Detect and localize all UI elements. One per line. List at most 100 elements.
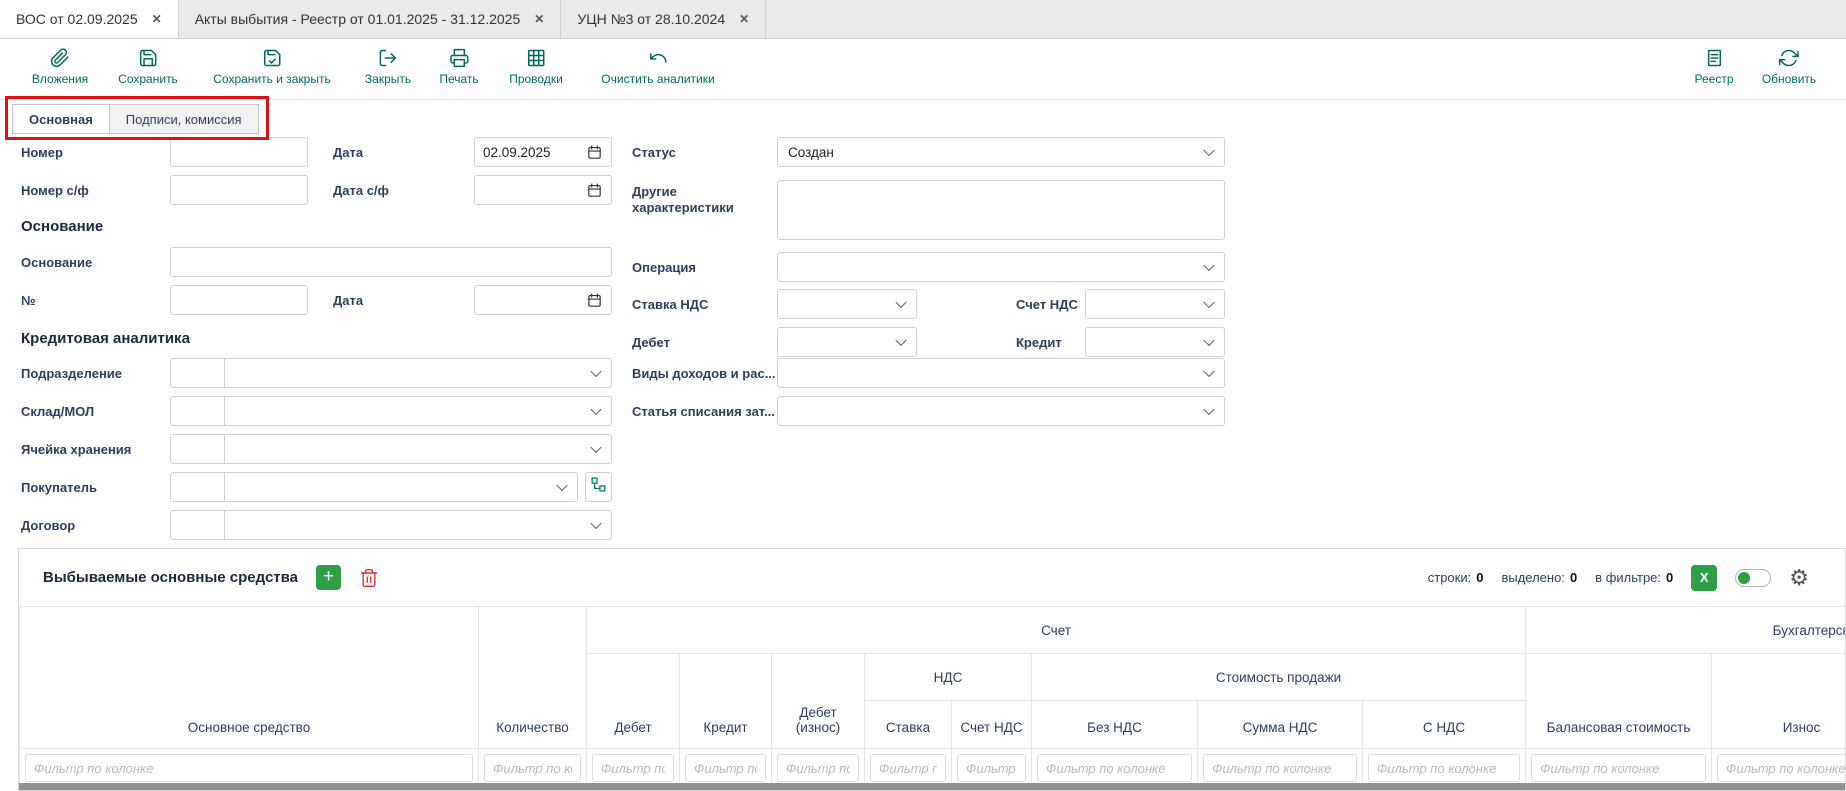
buyer-combo[interactable]	[170, 472, 578, 502]
vat-rate-filter-input[interactable]	[870, 754, 946, 782]
wear-filter-input[interactable]	[1717, 754, 1846, 782]
vat-rate-select[interactable]	[777, 289, 917, 319]
date-input[interactable]: 02.09.2025	[474, 137, 612, 167]
save-and-close-button[interactable]: Сохранить и закрыть	[213, 48, 330, 86]
column-header-wear[interactable]: Износ	[1712, 654, 1846, 749]
writeoff-article-label: Статья списания зат...	[632, 404, 782, 420]
window-tab-registry[interactable]: Акты выбытия - Реестр от 01.01.2025 - 31…	[179, 0, 562, 38]
column-header-vat-account[interactable]: Счет НДС	[952, 701, 1032, 749]
credit-filter-input[interactable]	[685, 754, 766, 782]
delete-row-button[interactable]	[359, 568, 379, 588]
chevron-down-icon	[1203, 366, 1214, 377]
basis-no-input[interactable]	[170, 285, 308, 315]
without-vat-filter-input[interactable]	[1037, 754, 1192, 782]
contract-combo[interactable]	[170, 510, 612, 540]
status-select[interactable]: Создан	[777, 137, 1225, 167]
debit-wear-filter-input[interactable]	[777, 754, 859, 782]
invoice-date-label: Дата с/ф	[333, 183, 389, 199]
save-label: Сохранить	[118, 72, 178, 86]
export-excel-button[interactable]: X	[1691, 565, 1717, 591]
column-header-asset[interactable]: Основное средство	[20, 607, 479, 749]
column-header-credit[interactable]: Кредит	[680, 654, 772, 749]
filter-cell	[1198, 749, 1363, 788]
income-expense-types-select[interactable]	[777, 358, 1225, 388]
income-expense-types-label: Виды доходов и рас...	[632, 366, 782, 382]
debit-select[interactable]	[777, 327, 917, 357]
horizontal-scrollbar[interactable]	[19, 783, 1845, 790]
calendar-icon[interactable]	[586, 182, 603, 199]
clear-analytics-button[interactable]: Очистить аналитики	[601, 48, 714, 86]
filter-cell	[587, 749, 680, 788]
basis-input[interactable]	[170, 247, 612, 277]
other-characteristics-textarea[interactable]	[777, 180, 1225, 240]
division-code-input[interactable]	[171, 359, 225, 387]
storage-cell-combo[interactable]	[170, 434, 612, 464]
invoice-number-input[interactable]	[170, 175, 308, 205]
close-tab-icon[interactable]: ✕	[152, 12, 162, 26]
operation-select[interactable]	[777, 252, 1225, 282]
hierarchy-tree-icon	[590, 476, 607, 498]
storage-cell-code-input[interactable]	[171, 435, 225, 463]
division-combo[interactable]	[170, 358, 612, 388]
tab-signatures-label: Подписи, комиссия	[126, 112, 242, 127]
vat-account-filter-input[interactable]	[957, 754, 1026, 782]
save-button[interactable]: Сохранить	[118, 48, 178, 86]
close-tab-icon[interactable]: ✕	[739, 12, 749, 26]
selected-counter: выделено:0	[1501, 570, 1577, 585]
refresh-button[interactable]: Обновить	[1762, 48, 1816, 86]
invoice-date-input[interactable]	[474, 175, 612, 205]
close-tab-icon[interactable]: ✕	[534, 12, 544, 26]
add-row-button[interactable]: +	[316, 565, 341, 590]
chevron-down-icon	[1203, 404, 1214, 415]
calendar-icon[interactable]	[586, 144, 603, 161]
rows-counter-label: строки:	[1428, 570, 1471, 585]
filter-cell	[952, 749, 1032, 788]
filtered-counter-value: 0	[1666, 570, 1673, 585]
grid-table-icon	[526, 48, 546, 68]
close-button[interactable]: Закрыть	[365, 48, 411, 86]
basis-date-label: Дата	[333, 293, 363, 309]
basis-date-input[interactable]	[474, 285, 612, 315]
column-header-debit[interactable]: Дебет	[587, 654, 680, 749]
column-header-quantity[interactable]: Количество	[479, 607, 587, 749]
tab-main[interactable]: Основная	[12, 104, 110, 134]
retiring-assets-grid: Выбываемые основные средства + строки:0 …	[18, 548, 1846, 791]
asset-filter-input[interactable]	[25, 754, 473, 782]
filter-cell	[772, 749, 865, 788]
chevron-down-icon	[895, 297, 906, 308]
column-header-vat-rate[interactable]: Ставка	[865, 701, 952, 749]
warehouse-code-input[interactable]	[171, 397, 225, 425]
attachments-button[interactable]: Вложения	[32, 48, 88, 86]
postings-button[interactable]: Проводки	[509, 48, 563, 86]
writeoff-article-select[interactable]	[777, 396, 1225, 426]
vat-amount-filter-input[interactable]	[1203, 754, 1357, 782]
number-label: Номер	[21, 145, 63, 161]
column-header-debit-wear[interactable]: Дебет (износ)	[772, 654, 865, 749]
assets-table: Основное средство Количество Счет Бухгал…	[19, 606, 1846, 788]
buyer-code-input[interactable]	[171, 473, 225, 501]
warehouse-combo[interactable]	[170, 396, 612, 426]
filter-toggle[interactable]	[1735, 569, 1771, 587]
grid-settings-gear-icon[interactable]: ⚙	[1789, 567, 1809, 589]
registry-button[interactable]: Реестр	[1695, 48, 1734, 86]
with-vat-filter-input[interactable]	[1368, 754, 1520, 782]
debit-filter-input[interactable]	[592, 754, 674, 782]
column-header-without-vat[interactable]: Без НДС	[1032, 701, 1198, 749]
filter-cell	[1363, 749, 1526, 788]
column-header-balance-value[interactable]: Балансовая стоимость	[1526, 654, 1712, 749]
column-header-with-vat[interactable]: С НДС	[1363, 701, 1526, 749]
quantity-filter-input[interactable]	[484, 754, 581, 782]
window-tab-document[interactable]: ВОС от 02.09.2025 ✕	[0, 0, 179, 38]
chevron-down-icon	[1203, 297, 1214, 308]
print-button[interactable]: Печать	[439, 48, 478, 86]
buyer-tree-select-button[interactable]	[585, 472, 612, 502]
credit-select[interactable]	[1085, 327, 1225, 357]
tab-signatures-commission[interactable]: Подписи, комиссия	[110, 104, 259, 134]
window-tab-ucn[interactable]: УЦН №3 от 28.10.2024 ✕	[561, 0, 766, 38]
number-input[interactable]	[170, 137, 308, 167]
calendar-icon[interactable]	[586, 292, 603, 309]
balance-value-filter-input[interactable]	[1531, 754, 1706, 782]
vat-account-select[interactable]	[1085, 289, 1225, 319]
contract-code-input[interactable]	[171, 511, 225, 539]
column-header-vat-amount[interactable]: Сумма НДС	[1198, 701, 1363, 749]
